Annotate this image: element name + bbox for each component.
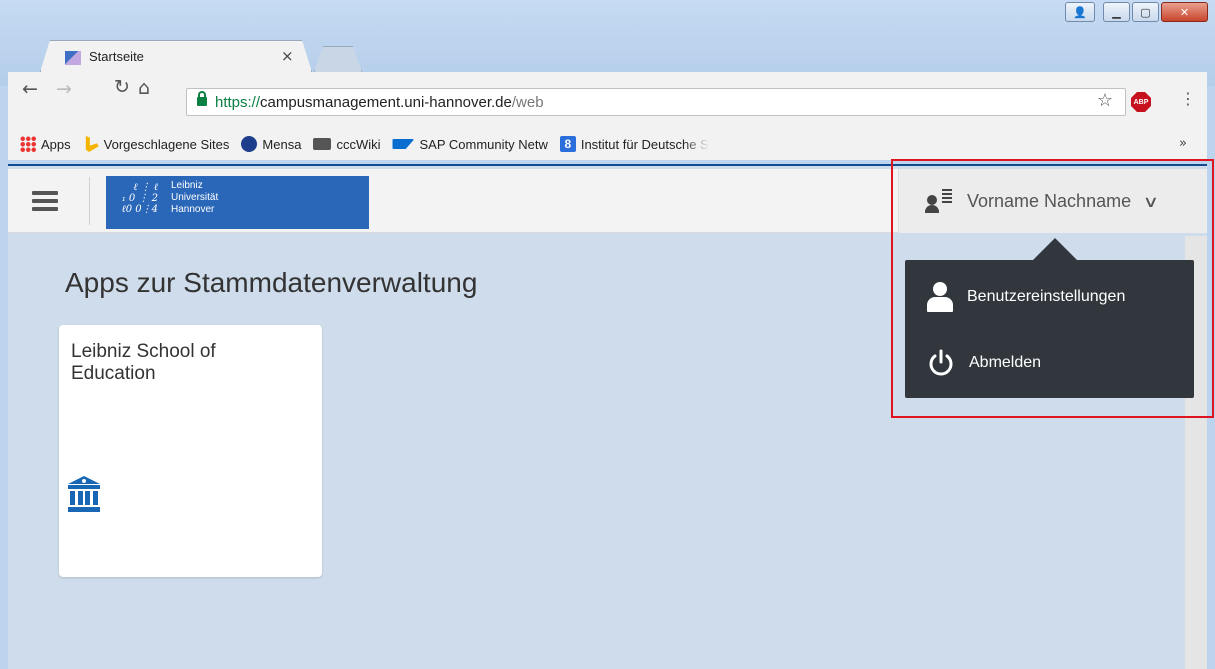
browser-menu-icon[interactable]: ⋮ <box>1180 89 1196 108</box>
browser-window: 👤 ▁ ▢ ✕ Startseite × ← → ↻ ⌂ https://cam… <box>0 0 1215 669</box>
tile-title: Leibniz School of Education <box>71 341 216 384</box>
url-text: https://campusmanagement.uni-hannover.de… <box>215 94 544 111</box>
bookmark-apps[interactable]: Apps <box>20 136 71 152</box>
sap-icon <box>392 139 415 149</box>
highlight-annotation <box>891 159 1214 418</box>
site-favicon-icon <box>65 51 81 65</box>
bookmarks-bar: Apps Vorgeschlagene Sites Mensa cccWiki … <box>8 128 1207 160</box>
bookmark-institut[interactable]: 8 Institut für Deutsche S <box>559 136 709 152</box>
minimize-button[interactable]: ▁ <box>1103 2 1130 22</box>
luh-logo[interactable]: ℓ ⋮ ℓ ₁ 0 ⋮ 2 ℓ0 0⋮4 Leibniz Universität… <box>106 176 369 229</box>
app-tile[interactable]: Leibniz School of Education <box>59 325 322 577</box>
reload-icon[interactable]: ↻ <box>114 76 130 98</box>
user-switch-icon[interactable]: 👤 <box>1065 2 1095 22</box>
tab-close-icon[interactable]: × <box>281 47 294 65</box>
hamburger-menu-icon[interactable] <box>32 191 58 211</box>
back-arrow-icon[interactable]: ← <box>22 78 38 100</box>
window-controls: 👤 ▁ ▢ ✕ <box>1065 2 1208 22</box>
page-title: Apps zur Stammdatenverwaltung <box>65 267 478 298</box>
apps-grid-icon <box>20 136 36 152</box>
bookmark-mensa[interactable]: Mensa <box>241 136 301 152</box>
bing-icon <box>85 136 99 152</box>
close-window-button[interactable]: ✕ <box>1161 2 1208 22</box>
tab-title: Startseite <box>89 49 144 64</box>
header-divider <box>89 177 90 225</box>
maximize-button[interactable]: ▢ <box>1132 2 1159 22</box>
bookmark-star-icon[interactable]: ☆ <box>1097 90 1113 111</box>
more-bookmarks-icon[interactable]: » <box>1179 136 1187 151</box>
ccc-icon <box>313 138 332 150</box>
forward-arrow-icon[interactable]: → <box>56 78 72 100</box>
adblock-icon[interactable]: ABP <box>1131 92 1151 112</box>
tab-startseite[interactable]: Startseite × <box>40 40 312 72</box>
home-icon[interactable]: ⌂ <box>138 77 150 99</box>
logo-text: Leibniz Universität Hannover <box>171 180 219 215</box>
lock-icon <box>197 91 207 106</box>
bookmark-sap[interactable]: SAP Community Netw <box>392 137 548 152</box>
address-bar[interactable]: https://campusmanagement.uni-hannover.de… <box>186 88 1126 116</box>
browser-toolbar: ← → ↻ ⌂ https://campusmanagement.uni-han… <box>8 72 1207 128</box>
g8-icon: 8 <box>559 136 576 152</box>
mensa-icon <box>241 136 258 152</box>
bookmark-vorgeschlagene-sites[interactable]: Vorgeschlagene Sites <box>83 136 229 152</box>
new-tab-button[interactable] <box>314 46 362 72</box>
bookmark-cccwiki[interactable]: cccWiki <box>313 137 380 152</box>
institution-icon <box>68 476 100 512</box>
logo-mark: ℓ ⋮ ℓ ₁ 0 ⋮ 2 ℓ0 0⋮4 <box>121 182 158 215</box>
